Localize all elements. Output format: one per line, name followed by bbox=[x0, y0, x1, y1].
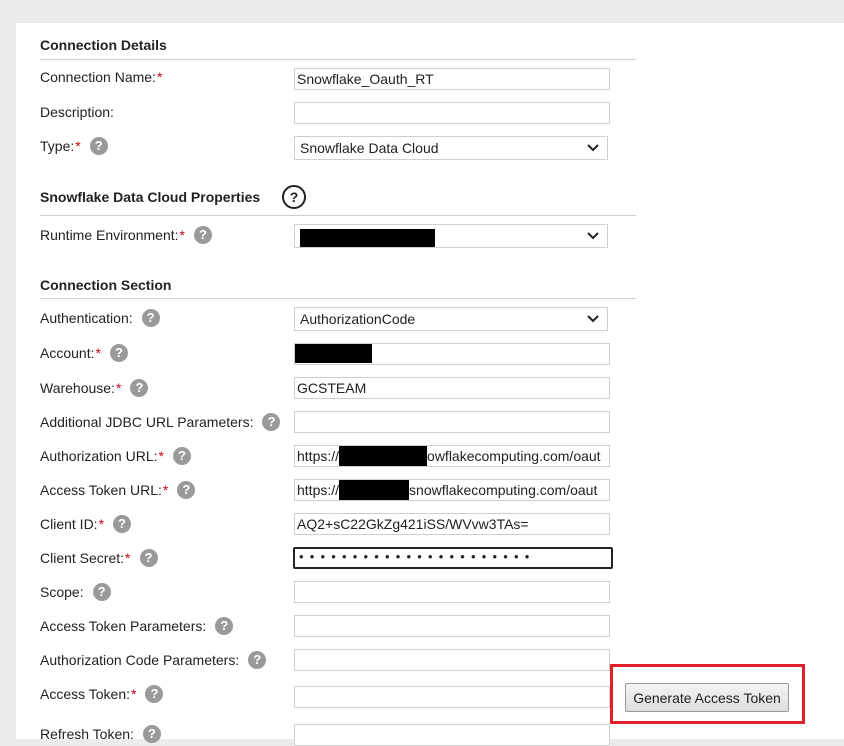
help-icon[interactable]: ? bbox=[142, 725, 161, 743]
warehouse-input[interactable]: GCSTEAM bbox=[294, 377, 610, 399]
description-input[interactable] bbox=[294, 102, 610, 124]
help-icon[interactable]: ? bbox=[172, 447, 191, 465]
warehouse-label: Warehouse: * ? bbox=[40, 379, 149, 397]
divider bbox=[40, 298, 636, 299]
redacted-block bbox=[300, 229, 435, 247]
authentication-select[interactable]: AuthorizationCode bbox=[294, 307, 608, 331]
access-token-url-label: Access Token URL: * ? bbox=[40, 481, 196, 499]
account-input[interactable] bbox=[294, 343, 610, 365]
help-icon[interactable]: ? bbox=[282, 185, 306, 209]
help-icon[interactable]: ? bbox=[215, 617, 234, 635]
description-label: Description: bbox=[40, 104, 114, 120]
help-icon[interactable]: ? bbox=[92, 583, 111, 601]
section-properties: Snowflake Data Cloud Properties bbox=[40, 189, 261, 205]
help-icon[interactable]: ? bbox=[113, 515, 132, 533]
connection-name-label: Connection Name: * bbox=[40, 69, 163, 85]
authentication-label: Authentication: ? bbox=[40, 309, 160, 327]
connection-name-input[interactable]: Snowflake_Oauth_RT bbox=[294, 68, 610, 90]
runtime-environment-select[interactable] bbox=[294, 224, 608, 248]
section-connection: Connection Section bbox=[40, 277, 172, 293]
help-icon[interactable]: ? bbox=[139, 549, 158, 567]
client-id-input[interactable]: AQ2+sC22GkZg421iSS/WVvw3TAs= bbox=[294, 513, 610, 535]
runtime-environment-label: Runtime Environment: * ? bbox=[40, 226, 212, 244]
section-connection-details: Connection Details bbox=[40, 37, 167, 53]
help-icon[interactable]: ? bbox=[89, 137, 108, 155]
chevron-down-icon bbox=[587, 315, 599, 323]
help-icon[interactable]: ? bbox=[109, 344, 128, 362]
client-secret-input[interactable]: •••••••••••••••••••••• bbox=[293, 547, 613, 569]
auth-code-params-input[interactable] bbox=[294, 649, 610, 671]
redacted-block bbox=[339, 446, 428, 466]
refresh-token-label: Refresh Token: ? bbox=[40, 725, 161, 743]
divider bbox=[40, 59, 636, 60]
jdbc-params-label: Additional JDBC URL Parameters: ? bbox=[40, 413, 281, 431]
scope-input[interactable] bbox=[294, 581, 610, 603]
access-token-url-input[interactable]: https://snowflakecomputing.com/oaut bbox=[294, 479, 610, 501]
help-icon[interactable]: ? bbox=[262, 413, 281, 431]
refresh-token-input[interactable] bbox=[294, 724, 610, 746]
redacted-block bbox=[295, 344, 372, 363]
access-token-label: Access Token: * ? bbox=[40, 685, 164, 703]
help-icon[interactable]: ? bbox=[141, 309, 160, 327]
generate-access-token-button[interactable]: Generate Access Token bbox=[625, 683, 789, 712]
authorization-url-input[interactable]: https://owflakecomputing.com/oaut bbox=[294, 445, 610, 467]
help-icon[interactable]: ? bbox=[177, 481, 196, 499]
help-icon[interactable]: ? bbox=[145, 685, 164, 703]
scope-label: Scope: ? bbox=[40, 583, 111, 601]
access-token-params-label: Access Token Parameters: ? bbox=[40, 617, 234, 635]
access-token-params-input[interactable] bbox=[294, 615, 610, 637]
redacted-block bbox=[339, 480, 410, 500]
chevron-down-icon bbox=[587, 144, 599, 152]
client-id-label: Client ID: * ? bbox=[40, 515, 132, 533]
access-token-input[interactable] bbox=[294, 686, 610, 708]
type-label: Type: * ? bbox=[40, 137, 108, 155]
jdbc-params-input[interactable] bbox=[294, 411, 610, 433]
type-select[interactable]: Snowflake Data Cloud bbox=[294, 136, 608, 160]
help-icon[interactable]: ? bbox=[193, 226, 212, 244]
account-label: Account: * ? bbox=[40, 344, 128, 362]
divider bbox=[40, 215, 636, 216]
help-icon[interactable]: ? bbox=[248, 651, 267, 669]
client-secret-label: Client Secret: * ? bbox=[40, 549, 158, 567]
auth-code-params-label: Authorization Code Parameters: ? bbox=[40, 651, 267, 669]
chevron-down-icon bbox=[587, 232, 599, 240]
help-icon[interactable]: ? bbox=[130, 379, 149, 397]
authorization-url-label: Authorization URL: * ? bbox=[40, 447, 191, 465]
